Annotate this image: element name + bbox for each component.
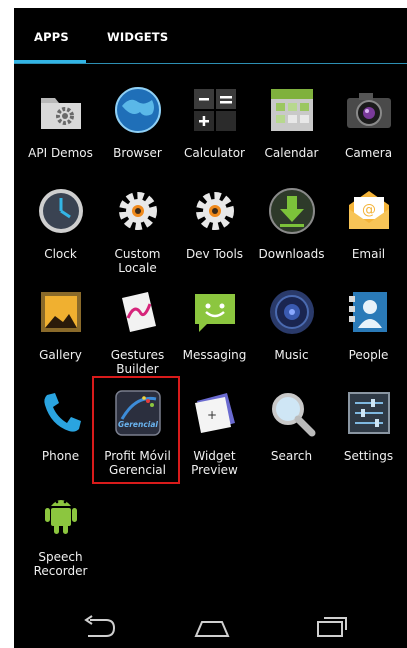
- app-label: Clock: [44, 247, 77, 261]
- app-search[interactable]: Search: [253, 389, 330, 463]
- app-messaging[interactable]: Messaging: [176, 288, 253, 362]
- speaker-icon: [269, 290, 314, 334]
- svg-text:+: +: [206, 408, 216, 422]
- app-email[interactable]: @ Email: [330, 187, 407, 261]
- settings-icon: [347, 392, 390, 434]
- home-icon[interactable]: [192, 612, 232, 640]
- app-label: Downloads: [258, 247, 325, 261]
- app-phone[interactable]: Phone: [22, 389, 99, 463]
- gear-icon: [195, 192, 234, 230]
- app-label: Messaging: [182, 348, 247, 362]
- image-icon: [40, 292, 81, 332]
- tab-bar: APPS WIDGETS: [14, 8, 407, 66]
- contacts-icon: [348, 292, 387, 332]
- app-label: Calendar: [264, 146, 319, 160]
- recents-icon[interactable]: [312, 612, 352, 640]
- app-label: Search: [270, 449, 313, 463]
- app-gestures-builder[interactable]: Gestures Builder: [99, 288, 176, 376]
- app-people[interactable]: People: [330, 288, 407, 362]
- app-label: Phone: [41, 449, 80, 463]
- app-label: Speech Recorder: [33, 550, 88, 578]
- app-speech-recorder[interactable]: Speech Recorder: [22, 490, 99, 578]
- selection-highlight: [92, 376, 180, 484]
- app-label: Gestures Builder: [110, 348, 165, 376]
- app-camera[interactable]: Camera: [330, 86, 407, 160]
- app-label: Camera: [344, 146, 393, 160]
- envelope-icon: @: [348, 191, 389, 229]
- app-dev-tools[interactable]: Dev Tools: [176, 187, 253, 261]
- navigation-bar: [14, 604, 407, 648]
- gear-icon: [118, 192, 157, 230]
- camera-icon: [346, 93, 391, 128]
- app-music[interactable]: Music: [253, 288, 330, 362]
- back-icon[interactable]: [78, 612, 118, 640]
- app-label: Settings: [343, 449, 394, 463]
- app-label: Gallery: [39, 348, 82, 362]
- tab-divider: [14, 63, 407, 64]
- app-label: Dev Tools: [185, 247, 244, 261]
- android-icon: [44, 500, 77, 534]
- app-clock[interactable]: Clock: [22, 187, 99, 261]
- message-icon: [194, 294, 235, 332]
- app-label: Custom Locale: [114, 247, 161, 275]
- app-api-demos[interactable]: API Demos: [22, 86, 99, 160]
- app-widget-preview[interactable]: + Widget Preview: [176, 389, 253, 477]
- app-settings[interactable]: Settings: [330, 389, 407, 463]
- app-label: Calculator: [184, 146, 245, 160]
- svg-text:@: @: [362, 202, 376, 218]
- globe-icon: [114, 87, 161, 133]
- search-icon: [271, 393, 315, 437]
- app-custom-locale[interactable]: Custom Locale: [99, 187, 176, 275]
- app-downloads[interactable]: Downloads: [253, 187, 330, 261]
- tab-widgets[interactable]: WIDGETS: [107, 30, 168, 44]
- app-calculator[interactable]: Calculator: [176, 86, 253, 160]
- calculator-icon: [193, 89, 236, 131]
- gesture-icon: [121, 292, 156, 332]
- app-label: People: [348, 348, 389, 362]
- calendar-icon: [270, 89, 313, 131]
- app-gallery[interactable]: Gallery: [22, 288, 99, 362]
- widget-icon: +: [194, 393, 235, 433]
- app-label: Widget Preview: [191, 449, 238, 477]
- app-label: Music: [274, 348, 309, 362]
- tab-apps[interactable]: APPS: [34, 30, 69, 44]
- app-drawer: APPS WIDGETS API Demos Browser Calculato…: [14, 8, 407, 648]
- folder-gear-icon: [40, 98, 81, 129]
- app-label: API Demos: [28, 146, 93, 160]
- clock-icon: [38, 189, 83, 233]
- phone-icon: [43, 393, 81, 432]
- app-browser[interactable]: Browser: [99, 86, 176, 160]
- app-label: Browser: [113, 146, 162, 160]
- app-calendar[interactable]: Calendar: [253, 86, 330, 160]
- app-label: Email: [351, 247, 386, 261]
- download-icon: [268, 188, 315, 234]
